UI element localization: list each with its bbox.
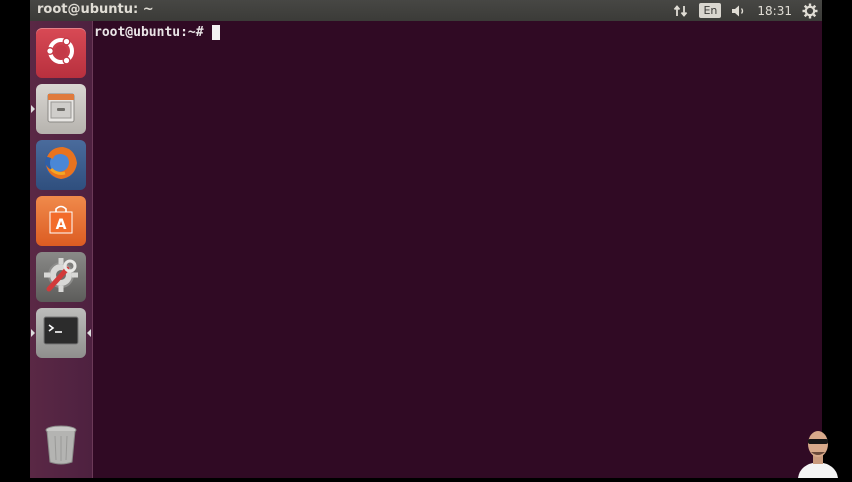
prompt-line: root@ubuntu:~# — [94, 25, 221, 40]
speaker-icon[interactable] — [731, 4, 747, 18]
terminal-window[interactable]: root@ubuntu:~# — [93, 21, 822, 478]
shopping-bag-icon: A — [43, 201, 79, 241]
launcher-dash-home[interactable] — [36, 28, 86, 78]
launcher-firefox[interactable] — [36, 140, 86, 190]
terminal-icon — [42, 314, 80, 352]
launcher-files[interactable] — [36, 84, 86, 134]
focused-indicator — [87, 329, 91, 337]
network-updown-icon[interactable] — [673, 3, 689, 19]
letterbox-left — [0, 0, 30, 478]
launcher-software-center[interactable]: A — [36, 196, 86, 246]
trash-icon — [41, 422, 81, 470]
launcher-system-settings[interactable] — [36, 252, 86, 302]
ubuntu-logo-icon — [44, 34, 78, 72]
window-title: root@ubuntu: ~ — [37, 2, 154, 17]
keyboard-language-indicator[interactable]: En — [699, 3, 722, 18]
letterbox-right — [822, 0, 852, 478]
indicator-area: En 18:31 — [673, 0, 818, 21]
launcher: A — [30, 21, 93, 478]
text-cursor — [212, 25, 221, 40]
svg-text:A: A — [56, 217, 67, 233]
webcam-presenter-image — [794, 422, 842, 478]
running-indicator — [31, 329, 35, 337]
top-panel: root@ubuntu: ~ En 18:31 — [30, 0, 822, 21]
settings-wrench-icon — [41, 255, 81, 299]
clock[interactable]: 18:31 — [757, 4, 792, 18]
firefox-icon — [41, 143, 81, 187]
gear-icon[interactable] — [802, 3, 818, 19]
launcher-terminal[interactable] — [36, 308, 86, 358]
launcher-trash[interactable] — [36, 421, 86, 471]
running-indicator — [31, 105, 35, 113]
shell-prompt: root@ubuntu:~# — [94, 25, 212, 40]
file-cabinet-icon — [43, 89, 79, 129]
